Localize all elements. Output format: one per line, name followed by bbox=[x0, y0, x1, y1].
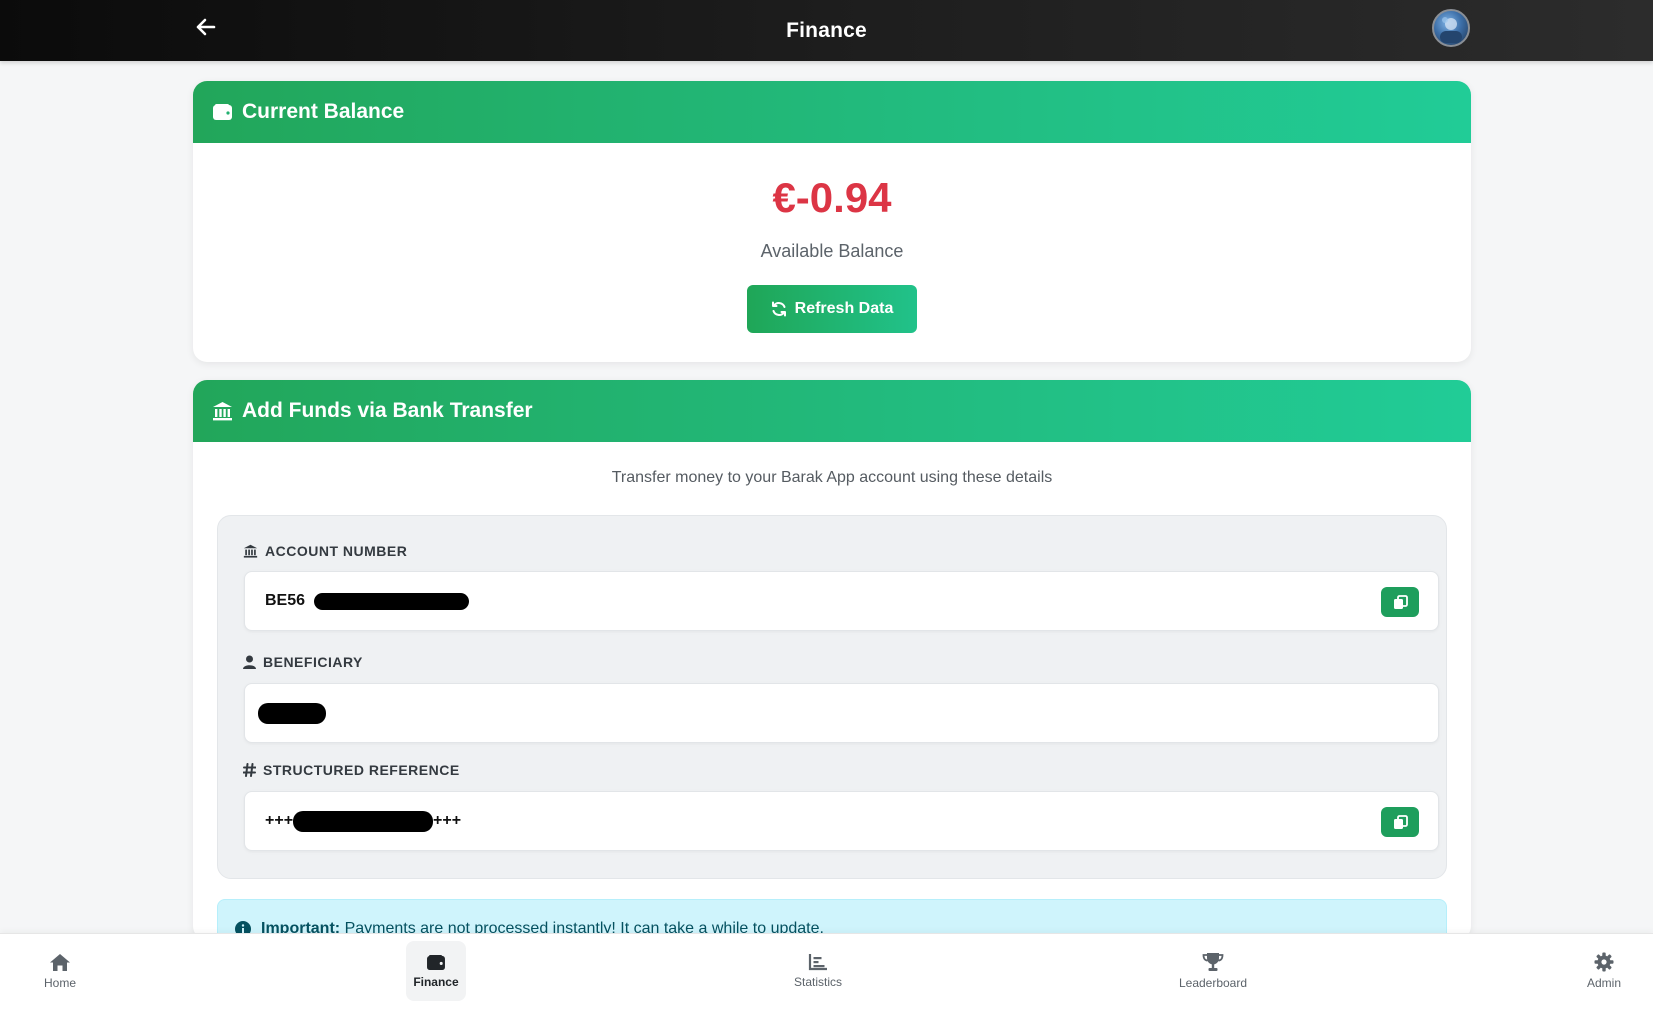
copy-structured-reference-button[interactable] bbox=[1381, 807, 1419, 837]
nav-item-home[interactable]: Home bbox=[28, 941, 92, 1001]
bank-icon bbox=[212, 400, 234, 422]
structured-reference-suffix: +++ bbox=[433, 812, 462, 829]
bank-details-panel: ACCOUNT NUMBER BE56 BENEFICIARY STRUCTUR… bbox=[217, 515, 1447, 879]
add-funds-card: Add Funds via Bank Transfer Transfer mon… bbox=[193, 380, 1471, 940]
gear-icon bbox=[1594, 952, 1614, 972]
account-number-label-text: ACCOUNT NUMBER bbox=[265, 543, 408, 559]
chart-icon bbox=[808, 954, 827, 971]
top-app-bar: Finance bbox=[0, 0, 1653, 61]
copy-icon bbox=[1393, 594, 1408, 609]
page-title: Finance bbox=[786, 18, 867, 42]
nav-label-finance: Finance bbox=[413, 974, 459, 989]
structured-reference-prefix: +++ bbox=[265, 812, 294, 829]
hashtag-icon bbox=[243, 763, 256, 777]
balance-card: Current Balance €-0.94 Available Balance… bbox=[193, 81, 1471, 362]
balance-amount: €-0.94 bbox=[772, 174, 892, 221]
structured-reference-label: STRUCTURED REFERENCE bbox=[243, 762, 460, 778]
balance-card-title: Current Balance bbox=[242, 100, 405, 123]
nav-item-leaderboard[interactable]: Leaderboard bbox=[1170, 941, 1256, 1001]
trophy-icon bbox=[1202, 953, 1224, 971]
arrow-left-icon bbox=[196, 18, 216, 36]
back-button[interactable] bbox=[190, 13, 222, 41]
nav-label-leaderboard: Leaderboard bbox=[1178, 976, 1248, 990]
nav-label-home: Home bbox=[43, 975, 76, 990]
beneficiary-label: BENEFICIARY bbox=[243, 654, 363, 670]
bottom-navigation: Home Finance Statistics Leaderboard Admi… bbox=[0, 933, 1653, 1010]
user-avatar[interactable] bbox=[1432, 9, 1470, 47]
refresh-icon bbox=[771, 301, 786, 317]
copy-icon bbox=[1393, 814, 1408, 829]
refresh-data-label: Refresh Data bbox=[794, 300, 894, 317]
add-funds-card-header: Add Funds via Bank Transfer bbox=[193, 380, 1471, 442]
wallet-icon bbox=[212, 101, 234, 123]
structured-reference-label-text: STRUCTURED REFERENCE bbox=[263, 762, 460, 778]
user-icon bbox=[243, 655, 256, 669]
account-number-value: BE56 bbox=[265, 592, 306, 609]
nav-item-finance[interactable]: Finance bbox=[406, 941, 466, 1001]
add-funds-card-title: Add Funds via Bank Transfer bbox=[242, 399, 533, 422]
avatar-image bbox=[1440, 17, 1462, 43]
structured-reference-field[interactable]: +++ +++ bbox=[244, 791, 1439, 851]
redacted-beneficiary bbox=[258, 702, 326, 724]
balance-card-header: Current Balance bbox=[193, 81, 1471, 143]
account-number-label: ACCOUNT NUMBER bbox=[243, 543, 407, 559]
bank-icon bbox=[243, 544, 258, 558]
redacted-account-number bbox=[314, 592, 470, 610]
account-number-field[interactable]: BE56 bbox=[244, 571, 1439, 631]
copy-account-number-button[interactable] bbox=[1381, 587, 1419, 617]
home-icon bbox=[50, 953, 70, 971]
nav-item-statistics[interactable]: Statistics bbox=[782, 941, 854, 1001]
transfer-instructions: Transfer money to your Barak App account… bbox=[611, 469, 1053, 486]
wallet-icon bbox=[427, 954, 445, 970]
beneficiary-label-text: BENEFICIARY bbox=[263, 654, 363, 670]
nav-label-admin: Admin bbox=[1586, 976, 1621, 990]
nav-label-statistics: Statistics bbox=[793, 975, 842, 989]
balance-label: Available Balance bbox=[760, 241, 904, 261]
nav-item-admin[interactable]: Admin bbox=[1574, 941, 1634, 1001]
refresh-data-button[interactable]: Refresh Data bbox=[747, 285, 917, 333]
redacted-structured-reference bbox=[293, 810, 434, 832]
beneficiary-field[interactable] bbox=[244, 683, 1439, 743]
